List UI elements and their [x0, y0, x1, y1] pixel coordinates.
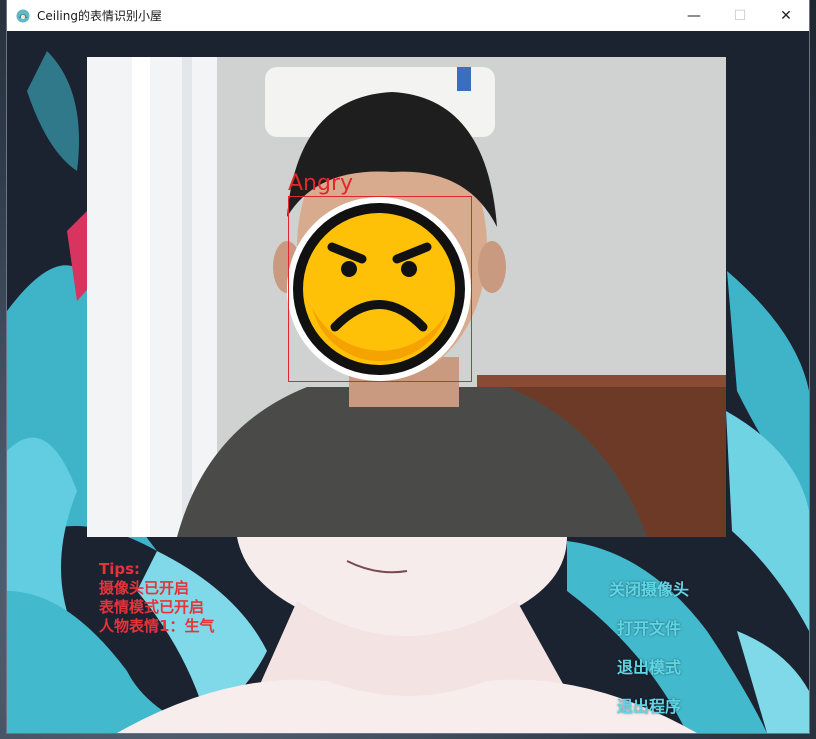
exit-program-button[interactable]: 退出程序 — [597, 685, 701, 724]
open-file-button[interactable]: 打开文件 — [597, 607, 701, 646]
tips-line-mode: 表情模式已开启 — [99, 598, 205, 616]
title-bar[interactable]: Ceiling的表情识别小屋 — ☐ ✕ — [7, 0, 809, 31]
tips-heading: Tips: — [99, 560, 141, 578]
close-button[interactable]: ✕ — [763, 0, 809, 31]
exit-mode-button[interactable]: 退出模式 — [597, 646, 701, 685]
tips-panel: Tips: 摄像头已开启 表情模式已开启 人物表情1：生气 — [99, 560, 214, 636]
main-area: Angry Tips: 摄像头已开启 表情模式已开启 人物表情1：生气 关闭摄像… — [7, 31, 809, 733]
maximize-button[interactable]: ☐ — [717, 0, 763, 31]
app-icon — [16, 9, 30, 22]
minimize-button[interactable]: — — [671, 0, 717, 31]
camera-feed: Angry — [87, 57, 726, 537]
window-title: Ceiling的表情识别小屋 — [37, 9, 162, 23]
tips-line-camera: 摄像头已开启 — [99, 579, 190, 597]
action-menu: 关闭摄像头 打开文件 退出模式 退出程序 — [597, 568, 701, 724]
tips-line-emotion: 人物表情1：生气 — [99, 617, 215, 635]
emotion-label: Angry — [288, 171, 354, 196]
app-window: Ceiling的表情识别小屋 — ☐ ✕ Angry Tips: 摄像头已开启 … — [7, 0, 809, 733]
window-controls: — ☐ ✕ — [671, 0, 809, 31]
face-detection-box — [288, 196, 472, 382]
close-camera-button[interactable]: 关闭摄像头 — [597, 568, 701, 607]
